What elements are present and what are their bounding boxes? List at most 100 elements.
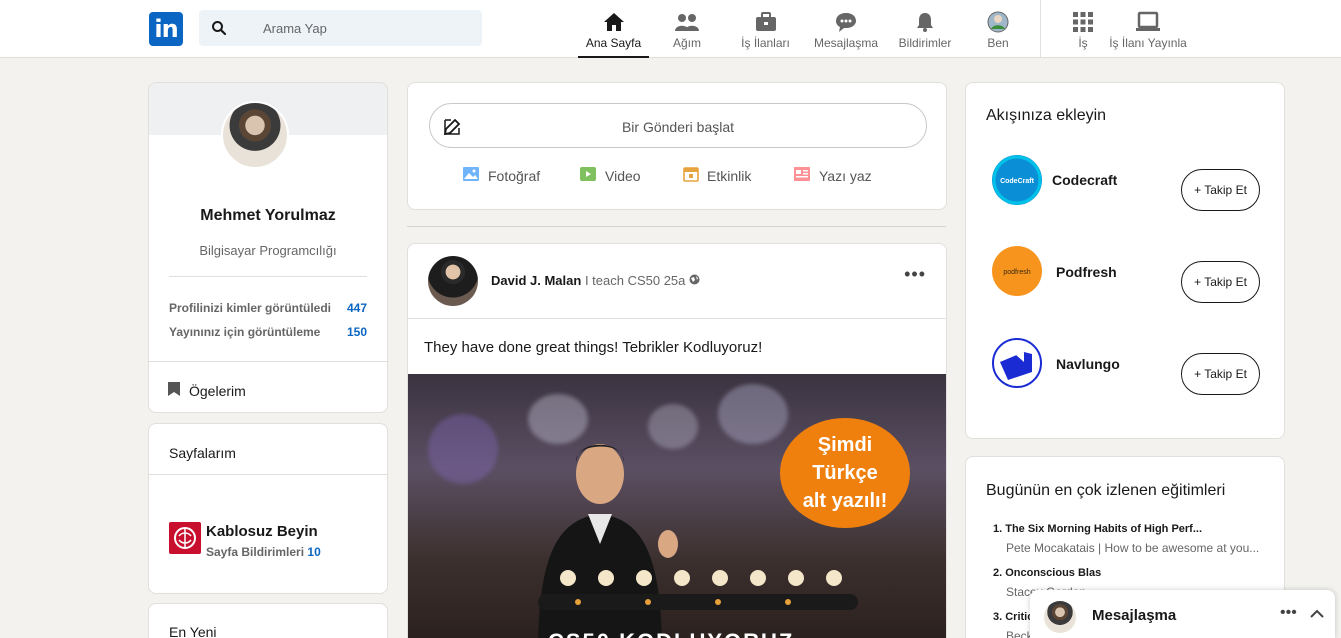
page-notif-count: 10 [307,545,321,559]
page-notif-label: Sayfa Bildirimleri [206,545,305,559]
page-name[interactable]: Kablosuz Beyin [206,523,318,540]
chat-icon [834,11,858,33]
nav-jobs-label: İş İlanları [741,36,790,50]
nav-work[interactable]: İş [1068,0,1098,58]
kablosuz-beyin-logo[interactable] [169,522,201,554]
company-name[interactable]: Podfresh [1056,264,1117,280]
share-photo-button[interactable]: Fotoğraf [462,166,540,185]
post-author-name: David J. Malan [491,273,582,288]
nav-divider [1040,0,1041,58]
search-input[interactable] [239,10,479,46]
nav-network-label: Ağım [672,36,701,50]
nav-messaging[interactable]: Mesajlaşma [810,0,882,58]
share-video-button[interactable]: Video [579,166,641,185]
codecraft-logo[interactable]: CodeCraft [992,155,1042,205]
lamp-glow [718,384,788,444]
follow-codecraft-button[interactable]: + Takip Et [1181,169,1260,211]
badge-line: Şimdi [817,434,873,456]
stat-label: Yayınınız için görüntüleme [169,325,321,339]
nav-messaging-label: Mesajlaşma [813,36,879,50]
nav-me-label: Ben [987,36,1009,50]
video-icon [579,166,597,185]
share-box: Bir Gönderi başlat Fotoğraf Video Etkinl… [407,82,947,210]
stat-value: 447 [346,301,367,315]
article-label: Yazı yaz [819,167,872,184]
post-author-meta: I teach CS50 25a [584,273,686,288]
chevron-up-icon[interactable] [1310,606,1324,624]
company-name[interactable]: Codecraft [1052,172,1117,188]
courses-title: Bugünün en çok izlenen eğitimleri [986,482,1226,499]
course-title: 1. The Six Morning Habits of High Perf..… [993,523,1203,535]
start-post-placeholder: Bir Gönderi başlat [621,119,735,135]
profile-headline: Bilgisayar Programcılığı [199,243,337,258]
recent-card: En Yeni [148,603,388,638]
stat-value: 150 [346,325,367,339]
subtitle-badge: Şimdi Türkçe alt yazılı! [780,418,910,528]
course-title: 2. Onconscious Blas [993,567,1102,579]
post-more-icon[interactable]: ••• [904,264,926,285]
globe-icon [689,273,700,288]
profile-card: Mehmet Yorulmaz Bilgisayar Programcılığı… [148,82,388,413]
pages-title: Sayfalarım [169,445,236,461]
home-icon [602,11,626,33]
messaging-avatar [1044,601,1076,633]
messaging-label: Mesajlaşma [1092,607,1177,624]
search-box[interactable] [199,10,482,46]
profile-divider-2 [149,361,387,362]
event-icon [683,166,699,185]
nav-post-job[interactable]: İş İlanı Yayınla [1106,0,1190,58]
follow-navlungo-button[interactable]: + Takip Et [1181,353,1260,395]
profile-avatar[interactable] [221,101,289,169]
avatar-icon [987,11,1009,33]
navlungo-logo[interactable] [992,338,1042,388]
laptop-icon [1135,11,1161,33]
stat-post-views[interactable]: Yayınınız için görüntüleme 150 [169,325,367,339]
search-icon [211,20,227,36]
nav-me[interactable]: Ben [980,0,1016,58]
nav-home-label: Ana Sayfa [585,36,642,50]
podfresh-logo[interactable]: podfresh [992,246,1042,296]
profile-name[interactable]: Mehmet Yorulmaz [149,207,387,225]
nav-work-label: İş [1078,36,1088,50]
messaging-panel[interactable]: Mesajlaşma ••• [1030,590,1335,638]
share-event-button[interactable]: Etkinlik [683,166,751,185]
briefcase-icon [754,11,778,33]
grid-icon [1072,11,1094,33]
pages-card: Sayfalarım Kablosuz Beyin Sayfa Bildirim… [148,423,388,594]
page-notifications[interactable]: Sayfa Bildirimleri 10 [206,545,321,559]
post-author-line[interactable]: David J. Malan I teach CS50 25a [491,273,700,288]
share-article-button[interactable]: Yazı yaz [793,166,872,185]
badge-line: alt yazılı! [802,490,888,512]
bookmark-icon [167,381,181,400]
nav-post-job-label: İş İlanı Yayınla [1109,36,1187,50]
post-author-avatar[interactable] [428,256,478,306]
image-caption: CS50 KODLUYORUZ [548,629,794,638]
pages-divider [149,474,387,475]
feed-separator [407,226,946,227]
nav-jobs[interactable]: İş İlanları [735,0,796,58]
article-icon [793,166,811,185]
lamp-glow [428,414,498,484]
company-name[interactable]: Navlungo [1056,356,1120,372]
network-icon [674,11,700,33]
photo-icon [462,166,480,185]
bell-icon [914,11,936,33]
profile-divider [169,276,367,277]
stat-profile-views[interactable]: Profilinizi kimler görüntüledi 447 [169,301,367,315]
nav-home[interactable]: Ana Sayfa [578,0,649,58]
more-options-icon[interactable]: ••• [1280,604,1297,622]
follow-title: Akışınıza ekleyin [986,107,1107,124]
nav-notifications[interactable]: Bildirimler [893,0,957,58]
my-items-link[interactable]: Ögelerim [167,381,246,400]
post-image[interactable]: Şimdi Türkçe alt yazılı! CS50 KODLUYORUZ [408,374,946,638]
start-post-button[interactable]: Bir Gönderi başlat [429,103,927,148]
logo-text: CodeCraft [1000,178,1035,185]
course-item[interactable]: 1. The Six Morning Habits of High Perf..… [993,523,1273,555]
my-items-label: Ögelerim [189,382,246,399]
follow-podfresh-button[interactable]: + Takip Et [1181,261,1260,303]
nav-network[interactable]: Ağım [659,0,715,58]
nav-notifications-label: Bildirimler [898,36,952,50]
linkedin-logo[interactable]: in [149,12,183,46]
follow-suggestions-card: Akışınıza ekleyin CodeCraft Codecraft + … [965,82,1285,439]
video-label: Video [605,167,641,184]
